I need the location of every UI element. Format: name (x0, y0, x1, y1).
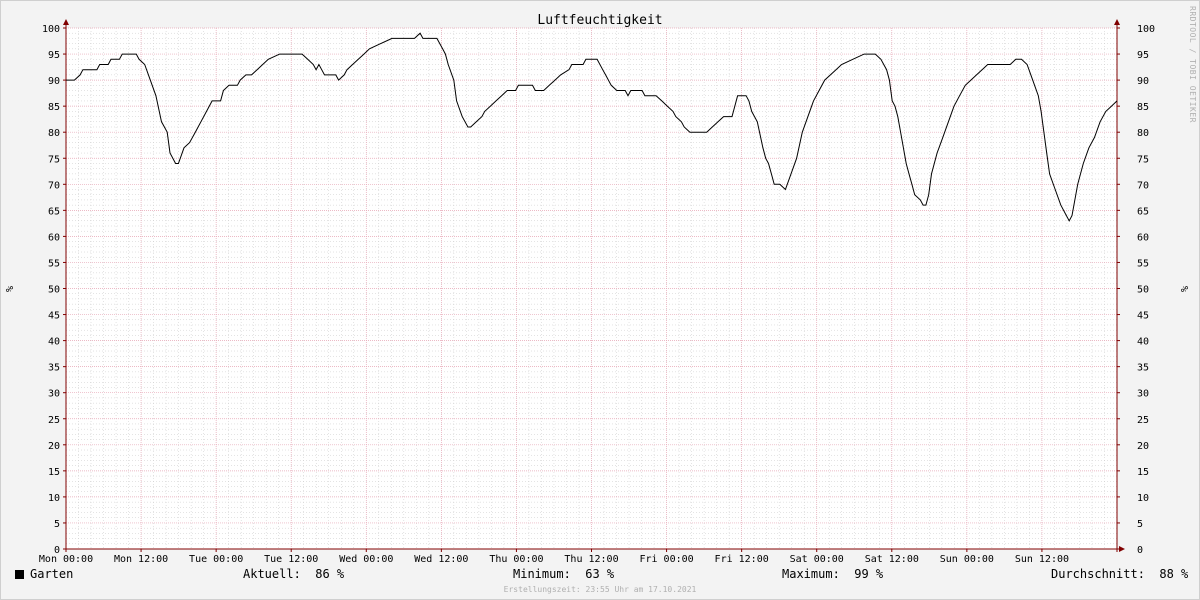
legend-current-label: Aktuell: (243, 567, 301, 581)
y-tick-label-right: 60 (1137, 232, 1149, 243)
x-tick-label: Thu 00:00 (489, 554, 543, 565)
legend-average: Durchschnitt: 88 % (1051, 567, 1188, 581)
y-tick-label-right: 15 (1137, 467, 1149, 478)
watermark: RRDTOOL / TOBI OETIKER (1188, 6, 1197, 123)
legend-avg-label: Durchschnitt: (1051, 567, 1145, 581)
x-tick-label: Sat 00:00 (790, 554, 844, 565)
y-tick-label-left: 85 (48, 102, 60, 113)
y-tick-label-left: 55 (48, 258, 60, 269)
legend-avg-value: 88 % (1159, 567, 1189, 581)
y-axis-label-left: % (5, 286, 16, 292)
y-tick-label-left: 10 (48, 493, 60, 504)
y-tick-label-left: 65 (48, 206, 60, 217)
legend-min-value: 63 % (585, 567, 615, 581)
y-tick-label-right: 100 (1137, 24, 1155, 35)
legend-minimum: Minimum: 63 % (513, 567, 614, 581)
y-tick-label-right: 55 (1137, 258, 1149, 269)
y-tick-label-left: 45 (48, 311, 60, 322)
y-tick-label-right: 0 (1137, 545, 1143, 556)
y-tick-label-right: 45 (1137, 311, 1149, 322)
legend-max-value: 99 % (854, 567, 884, 581)
x-tick-label: Fri 12:00 (715, 554, 769, 565)
y-tick-label-left: 75 (48, 154, 60, 165)
y-tick-label-right: 25 (1137, 415, 1149, 426)
x-tick-label: Tue 12:00 (264, 554, 318, 565)
y-tick-label-right: 70 (1137, 180, 1149, 191)
x-tick-label: Sun 00:00 (940, 554, 994, 565)
legend-min-label: Minimum: (513, 567, 571, 581)
y-tick-label-right: 80 (1137, 128, 1149, 139)
y-tick-labels-right: 0 5 10 15 20 25 30 35 40 45 50 55 60 65 70 75 80 85 90 95 10… (1137, 24, 1155, 556)
y-tick-label-left: 30 (48, 389, 60, 400)
y-tick-label-left: 80 (48, 128, 60, 139)
y-tick-label-right: 30 (1137, 389, 1149, 400)
y-tick-label-right: 40 (1137, 337, 1149, 348)
x-tick-labels: Mon 00:00 Mon 12:00 Tue 00:00 Tue 12:00 Wed … (39, 554, 1069, 565)
legend-series: Garten (15, 567, 73, 581)
y-tick-label-left: 25 (48, 415, 60, 426)
y-tick-label-right: 95 (1137, 50, 1149, 61)
y-tick-label-right: 90 (1137, 76, 1149, 87)
x-tick-label: Mon 00:00 (39, 554, 93, 565)
x-tick-label: Thu 12:00 (564, 554, 618, 565)
y-tick-labels-left: 0510152025303540455055606570758085909510… (42, 24, 60, 556)
y-tick-label-left: 70 (48, 180, 60, 191)
y-axis-arrow-right (1114, 19, 1120, 25)
legend-current: Aktuell: 86 % (243, 567, 344, 581)
legend-maximum: Maximum: 99 % (782, 567, 883, 581)
y-tick-label-right: 75 (1137, 154, 1149, 165)
y-tick-label-right: 85 (1137, 102, 1149, 113)
x-tick-label: Wed 12:00 (414, 554, 468, 565)
humidity-chart: 0 5 10 15 20 25 30 35 40 45 50 55 60 65 70 75 80 85 90 95 10… (5, 6, 1197, 565)
y-tick-label-left: 35 (48, 363, 60, 374)
legend-series-name: Garten (30, 567, 74, 581)
y-tick-label-right: 5 (1137, 519, 1143, 530)
y-tick-label-left: 20 (48, 441, 60, 452)
y-axis-arrow-left (63, 19, 69, 25)
x-tick-label: Tue 00:00 (189, 554, 243, 565)
x-tick-label: Wed 00:00 (339, 554, 393, 565)
y-tick-label-left: 5 (54, 519, 60, 530)
x-tick-label: Sun 12:00 (1015, 554, 1069, 565)
legend-max-label: Maximum: (782, 567, 840, 581)
chart-title: Luftfeuchtigkeit (537, 13, 662, 28)
y-tick-label-right: 20 (1137, 441, 1149, 452)
y-tick-label-left: 90 (48, 76, 60, 87)
y-tick-label-left: 95 (48, 50, 60, 61)
y-tick-label-left: 60 (48, 232, 60, 243)
creation-time: Erstellungszeit: 23:55 Uhr am 17.10.2021 (503, 585, 697, 594)
y-tick-label-left: 50 (48, 285, 60, 296)
y-tick-label-left: 100 (42, 24, 60, 35)
y-tick-label-right: 35 (1137, 363, 1149, 374)
x-tick-label: Sat 12:00 (865, 554, 919, 565)
y-tick-label-right: 10 (1137, 493, 1149, 504)
y-tick-label-right: 50 (1137, 285, 1149, 296)
y-axis-label-right: % (1180, 286, 1191, 292)
y-tick-label-left: 40 (48, 337, 60, 348)
y-tick-label-left: 15 (48, 467, 60, 478)
x-tick-label: Mon 12:00 (114, 554, 168, 565)
y-tick-label-right: 65 (1137, 206, 1149, 217)
legend-current-value: 86 % (315, 567, 345, 581)
legend-swatch (15, 570, 24, 579)
x-tick-label: Fri 00:00 (639, 554, 693, 565)
